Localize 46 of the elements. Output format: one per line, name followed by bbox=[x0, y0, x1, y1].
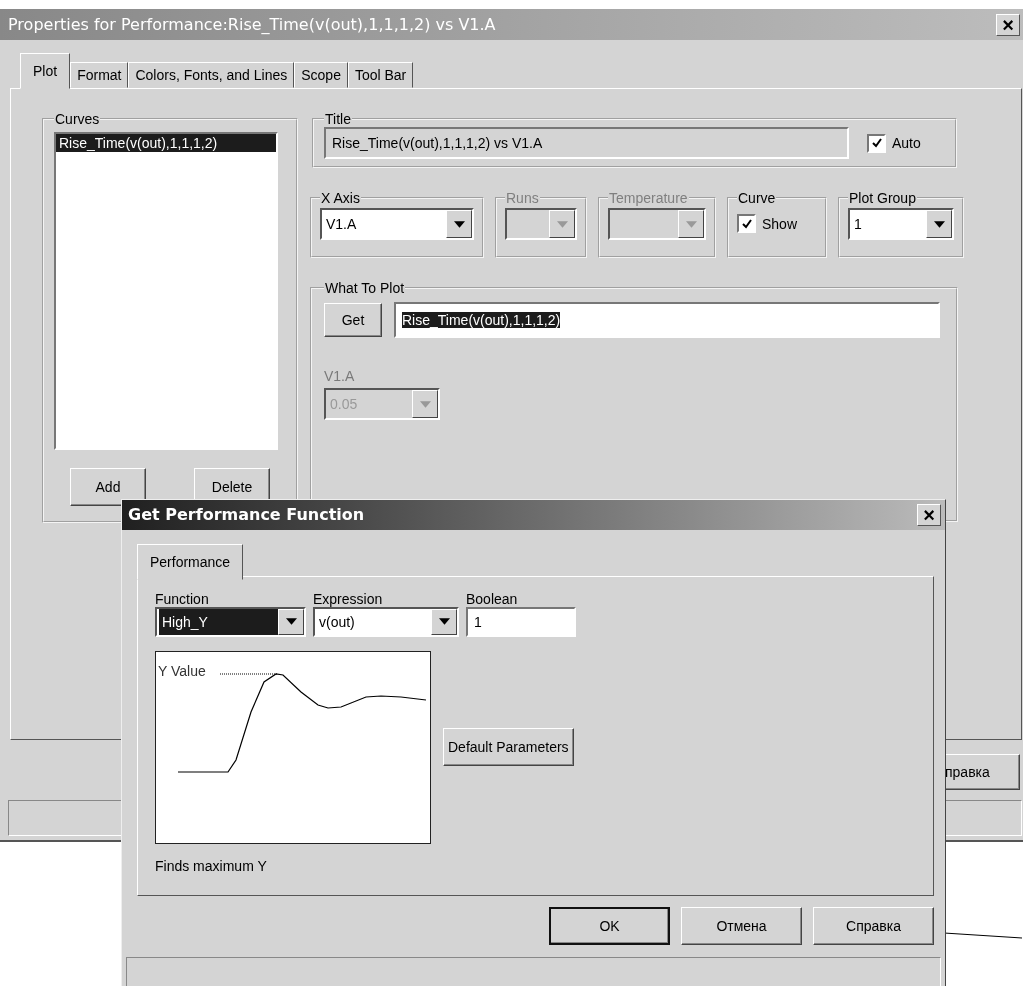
tab[interactable]: Tool Bar bbox=[347, 62, 414, 88]
group-label: X Axis bbox=[320, 190, 361, 206]
group-label: Curves bbox=[54, 111, 101, 127]
tab[interactable]: Format bbox=[70, 62, 129, 88]
dropdown[interactable]: v(out) bbox=[313, 606, 459, 637]
group-label: Runs bbox=[505, 190, 540, 206]
field-label: Expression bbox=[313, 590, 384, 607]
checkbox-label: Show bbox=[762, 215, 798, 232]
window-title: Get Performance Function bbox=[128, 505, 365, 525]
dropdown[interactable] bbox=[505, 208, 577, 240]
checkbox[interactable] bbox=[737, 214, 756, 233]
dropdown[interactable]: High_Y bbox=[155, 606, 306, 637]
group-label: Plot Group bbox=[848, 190, 917, 206]
checkbox-label: Auto bbox=[892, 135, 921, 151]
field-label: Boolean bbox=[466, 590, 519, 607]
tab[interactable]: Colors, Fonts, and Lines bbox=[128, 62, 295, 88]
dropdown[interactable]: 1 bbox=[848, 208, 954, 240]
checkbox[interactable] bbox=[867, 133, 886, 153]
get-button[interactable]: Get bbox=[324, 303, 382, 337]
group-label: Curve bbox=[737, 190, 777, 206]
checkmark-icon bbox=[871, 138, 882, 148]
window-title: Properties for Performance:Rise_Time(v(out),1,1,1,2) vs V1.A bbox=[8, 15, 496, 34]
group-label: Temperature bbox=[608, 190, 689, 206]
group-label: What To Plot bbox=[324, 280, 406, 296]
close-button[interactable]: × bbox=[917, 503, 941, 526]
tab[interactable]: Scope bbox=[294, 62, 348, 88]
dialog-button[interactable]: OK bbox=[549, 906, 670, 945]
default-parameters-button[interactable]: Default Parameters bbox=[443, 728, 574, 767]
dropdown[interactable] bbox=[608, 208, 706, 240]
dialog-button[interactable]: Отмена bbox=[681, 906, 802, 945]
list-item[interactable]: Rise_Time(v(out),1,1,1,2) bbox=[56, 134, 276, 152]
tab[interactable]: Performance bbox=[137, 543, 244, 580]
description-text: Finds maximum Y bbox=[155, 857, 268, 874]
checkmark-icon bbox=[741, 218, 752, 229]
axis-label: Y Value bbox=[158, 662, 206, 679]
title-field[interactable]: Rise_Time(v(out),1,1,1,2) vs V1.A bbox=[324, 127, 849, 159]
expression-field[interactable]: Rise_Time(v(out),1,1,1,2) bbox=[394, 302, 940, 338]
boolean-field[interactable]: 1 bbox=[466, 606, 576, 637]
dropdown[interactable]: V1.A bbox=[320, 208, 474, 240]
close-button[interactable]: × bbox=[996, 13, 1020, 36]
group-label: Title bbox=[324, 111, 352, 127]
curve-button[interactable]: Add bbox=[70, 468, 146, 506]
dialog-button[interactable]: Справка bbox=[813, 906, 934, 945]
sweep-label: V1.A bbox=[324, 368, 356, 384]
tab[interactable]: Plot bbox=[20, 53, 71, 89]
field-label: Function bbox=[155, 590, 210, 607]
